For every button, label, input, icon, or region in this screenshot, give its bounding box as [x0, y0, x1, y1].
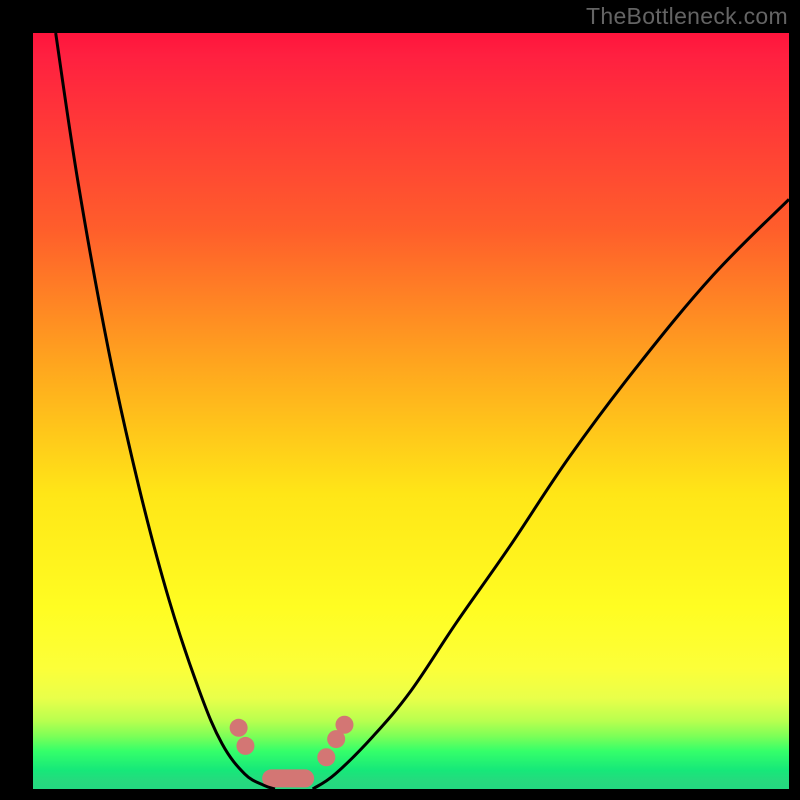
chart-container: TheBottleneck.com — [0, 0, 800, 800]
watermark-text: TheBottleneck.com — [586, 3, 788, 30]
highlight-layer — [239, 725, 345, 779]
right-curve — [313, 199, 789, 789]
left-curve — [56, 33, 275, 789]
plot-area — [33, 33, 789, 789]
chart-svg — [33, 33, 789, 789]
